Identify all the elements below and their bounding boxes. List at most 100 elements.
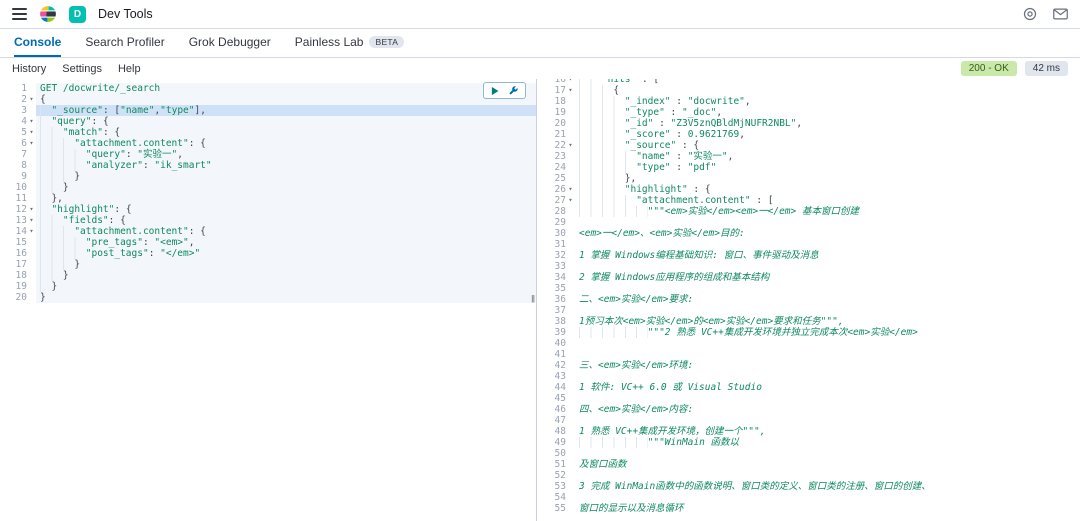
request-options-button[interactable] [508,85,519,96]
line-number: 20 [555,118,566,129]
tab-label: Grok Debugger [189,35,271,49]
fold-toggle-icon[interactable]: ▾ [27,94,36,105]
code-text: "query": { [36,116,536,127]
space-badge[interactable]: D [69,6,86,23]
code-text: "highlight": { [36,204,536,215]
line-number: 14 [16,226,27,237]
line-number: 25 [555,173,566,184]
line-gutter: 53▾ [539,481,575,492]
code-line: 24▾ "type" : "pdf" [539,162,1080,173]
line-gutter: 3▾ [0,105,36,116]
line-gutter: 32▾ [539,250,575,261]
menubar-item-history[interactable]: History [12,63,46,75]
code-text: 1预习本次<em>实验</em>的<em>实验</em>要求和任务""", [575,316,1080,327]
line-gutter: 34▾ [539,272,575,283]
wrench-icon [508,85,519,96]
line-number: 30 [555,228,566,239]
code-text: "highlight" : { [575,184,1080,195]
fold-toggle-icon[interactable]: ▾ [27,215,36,226]
fold-toggle-icon[interactable]: ▾ [27,116,36,127]
line-number: 13 [16,215,27,226]
code-line: 18▾ } [0,270,536,281]
code-line: 48▾1 熟悉 VC++集成开发环境，创建一个""", [539,426,1080,437]
elastic-logo-icon [39,5,57,23]
line-gutter: 37▾ [539,305,575,316]
code-text: 1 掌握 Windows编程基础知识: 窗口、事件驱动及消息 [575,250,1080,261]
code-text: "attachment.content": { [36,138,536,149]
code-text: "_index" : "docwrite", [575,96,1080,107]
fold-toggle-icon[interactable]: ▾ [27,138,36,149]
line-number: 45 [555,393,566,404]
fold-toggle-icon[interactable]: ▾ [566,184,575,195]
fold-toggle-icon[interactable]: ▾ [27,226,36,237]
code-text: { [575,85,1080,96]
line-number: 17 [16,259,27,270]
send-request-button[interactable] [490,86,500,96]
line-gutter: 31▾ [539,239,575,250]
tab-label: Console [14,35,61,49]
code-text: 窗口的显示以及消息循环 [575,503,1080,514]
line-number: 19 [16,281,27,292]
menubar-item-help[interactable]: Help [118,63,141,75]
code-text: "post_tags": "</em>" [36,248,536,259]
line-number: 33 [555,261,566,272]
line-number: 16 [16,248,27,259]
fold-toggle-icon[interactable]: ▾ [566,85,575,96]
line-number: 51 [555,459,566,470]
line-number: 32 [555,250,566,261]
line-gutter: 25▾ [539,173,575,184]
response-editor[interactable]: 16▾ "hits" : [17▾ {18▾ "_index" : "docwr… [539,79,1080,514]
tab-console[interactable]: Console [14,29,61,57]
line-number: 37 [555,305,566,316]
code-line: 19▾ } [0,281,536,292]
code-text [575,349,1080,360]
line-number: 48 [555,426,566,437]
code-text: } [36,292,536,303]
menubar-item-settings[interactable]: Settings [62,63,102,75]
line-gutter: 27▾ [539,195,575,206]
line-gutter: 45▾ [539,393,575,404]
line-gutter: 19▾ [0,281,36,292]
line-gutter: 10▾ [0,182,36,193]
newsfeed-envelope-icon[interactable] [1053,8,1068,20]
code-text [575,393,1080,404]
request-editor[interactable]: 1▾GET /docwrite/_search2▾{3▾ "_source": … [0,79,536,303]
code-line: 1▾GET /docwrite/_search [0,83,536,94]
code-line: 20▾ "_id" : "Z3V5znQBldMjNUFR2NBL", [539,118,1080,129]
code-line: 29▾ [539,217,1080,228]
tab-label: Search Profiler [85,35,164,49]
line-number: 23 [555,151,566,162]
menu-icon[interactable] [12,8,27,20]
code-text: <em>一</em>、<em>实验</em>目的: [575,228,1080,239]
line-gutter: 48▾ [539,426,575,437]
code-text: "analyzer": "ik_smart" [36,160,536,171]
fold-toggle-icon[interactable]: ▾ [27,127,36,138]
play-icon [490,86,500,96]
line-gutter: 20▾ [539,118,575,129]
line-gutter: 1▾ [0,83,36,94]
code-text: "query": "实验一", [36,149,536,160]
code-line: 6▾ "attachment.content": { [0,138,536,149]
fold-toggle-icon[interactable]: ▾ [566,140,575,151]
line-number: 9 [21,171,27,182]
duration-badge: 42 ms [1025,61,1068,76]
code-line: 49▾ """WinMain 函数以 [539,437,1080,448]
code-line: 32▾1 掌握 Windows编程基础知识: 窗口、事件驱动及消息 [539,250,1080,261]
code-line: 17▾ { [539,85,1080,96]
code-line: 17▾ } [0,259,536,270]
code-text: } [36,259,536,270]
line-gutter: 15▾ [0,237,36,248]
fold-toggle-icon[interactable]: ▾ [566,195,575,206]
line-gutter: 21▾ [539,129,575,140]
tab-search-profiler[interactable]: Search Profiler [85,29,164,57]
fold-toggle-icon[interactable]: ▾ [27,204,36,215]
line-number: 44 [555,382,566,393]
line-gutter: 19▾ [539,107,575,118]
beta-badge: BETA [369,36,404,48]
line-gutter: 49▾ [539,437,575,448]
help-icon[interactable] [1023,7,1037,21]
tab-painless-lab[interactable]: Painless LabBETA [295,29,405,57]
line-gutter: 36▾ [539,294,575,305]
tab-grok-debugger[interactable]: Grok Debugger [189,29,271,57]
code-line: 20▾} [0,292,536,303]
